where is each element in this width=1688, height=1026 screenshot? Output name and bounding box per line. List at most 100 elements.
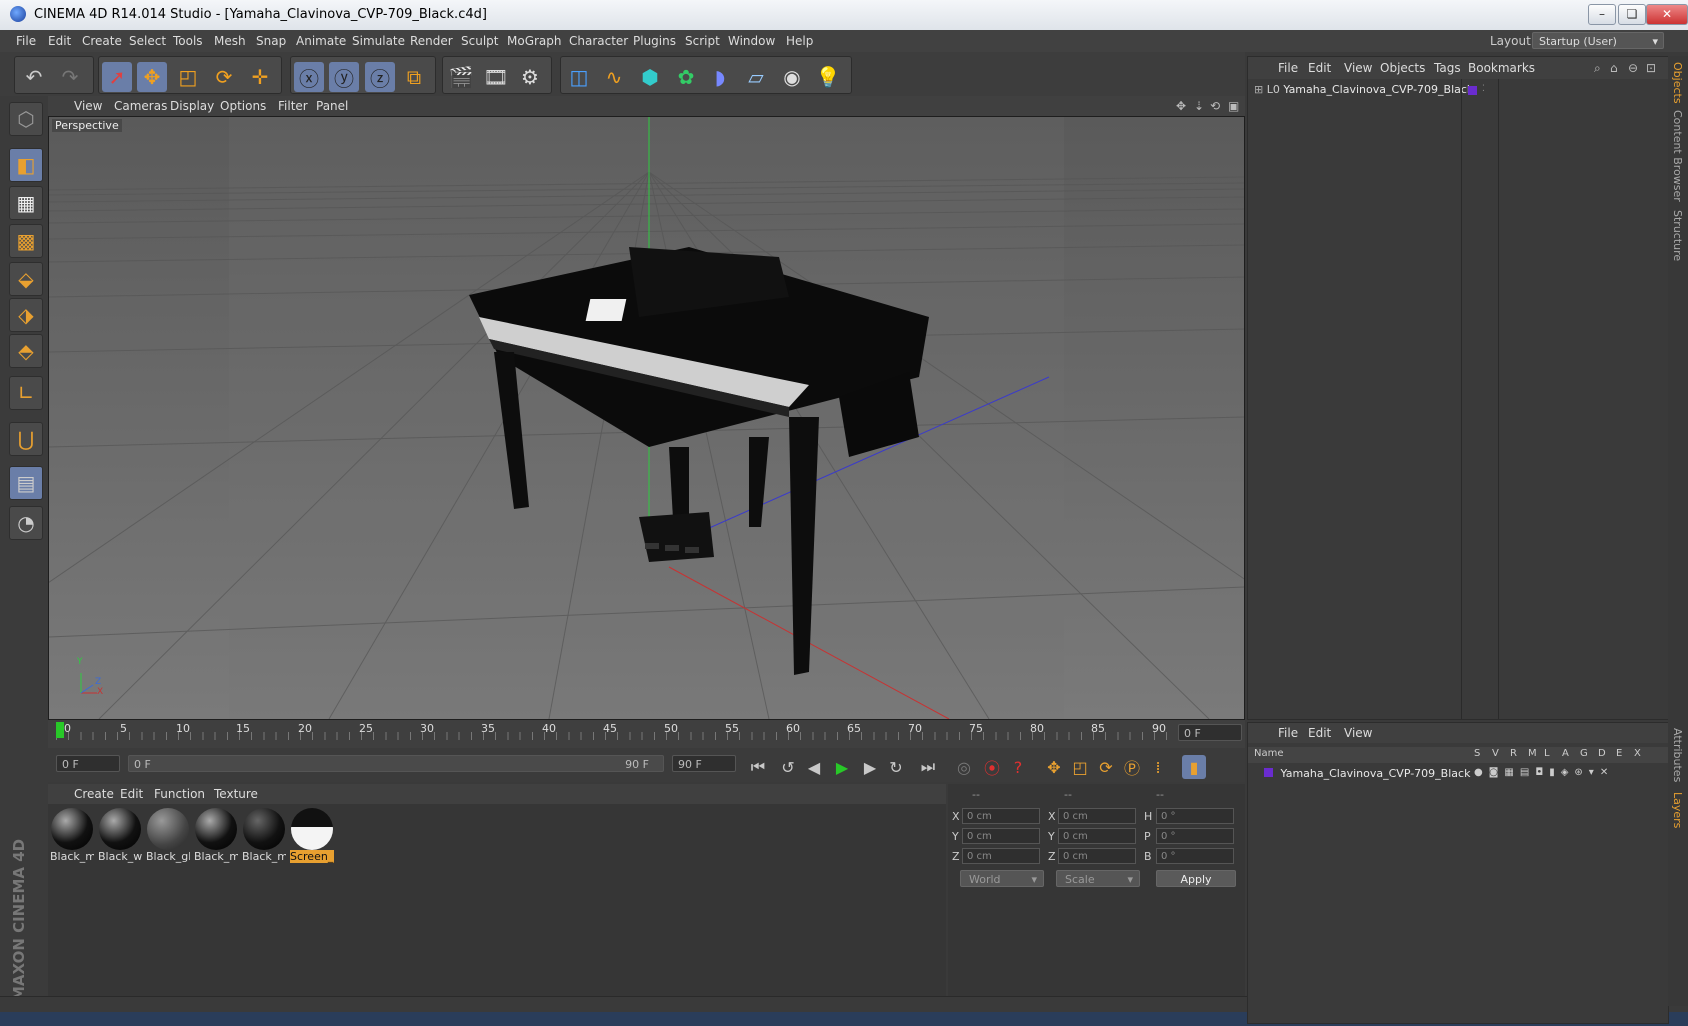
previous-key-icon[interactable]: ↺ — [776, 755, 800, 779]
layer-toggle-icons[interactable]: ●◙▦▤◘▮◈⊛▾✕ — [1474, 767, 1614, 778]
tab-objects[interactable]: Objects — [1671, 62, 1684, 104]
viewport-menu-panel[interactable]: Panel — [316, 99, 348, 113]
objects-menu-tags[interactable]: Tags — [1434, 61, 1461, 75]
record-keys-icon[interactable]: ◎ — [952, 755, 976, 779]
layer-col-render[interactable]: R — [1510, 748, 1517, 759]
tab-structure[interactable]: Structure — [1671, 210, 1684, 261]
make-editable-icon[interactable]: ⬡ — [9, 102, 43, 136]
polygons-mode-icon[interactable]: ⬘ — [9, 334, 43, 368]
menu-window[interactable]: Window — [728, 34, 775, 48]
key-pla-icon[interactable]: ⁞ — [1146, 755, 1170, 779]
frame-range-slider[interactable]: 0 F 90 F — [128, 755, 664, 772]
menu-animate[interactable]: Animate — [296, 34, 346, 48]
nurbs-icon[interactable]: ⬢ — [635, 62, 665, 92]
new-window-icon[interactable]: ⊡ — [1646, 61, 1656, 75]
menu-file[interactable]: File — [16, 34, 36, 48]
snapping-magnet-icon[interactable]: ⋃ — [9, 422, 43, 456]
tab-layers[interactable]: Layers — [1671, 792, 1684, 828]
home-icon[interactable]: ⌂ — [1610, 61, 1618, 75]
menu-snap[interactable]: Snap — [256, 34, 286, 48]
collapse-icon[interactable]: ⊖ — [1628, 61, 1638, 75]
menu-create[interactable]: Create — [82, 34, 122, 48]
layer-col-locked[interactable]: L — [1544, 748, 1550, 759]
material-swatch[interactable]: Black_m — [194, 808, 238, 866]
menu-help[interactable]: Help — [786, 34, 813, 48]
layer-col-view[interactable]: V — [1492, 748, 1499, 759]
autokey-icon[interactable]: ⦿ — [980, 755, 1004, 779]
tab-content-browser[interactable]: Content Browser — [1671, 110, 1684, 202]
rotation-p-field[interactable]: 0 ° — [1156, 828, 1234, 844]
cube-object-icon[interactable]: ◫ — [564, 62, 594, 92]
rotate-tool-icon[interactable]: ⟳ — [209, 62, 239, 92]
material-swatch-selected[interactable]: Screen_l — [290, 808, 334, 866]
layer-col-manager[interactable]: M — [1528, 748, 1537, 759]
menu-script[interactable]: Script — [685, 34, 720, 48]
render-picture-viewer-icon[interactable]: 🎞 — [481, 62, 511, 92]
timeline-playhead[interactable] — [56, 722, 64, 738]
size-y-field[interactable]: 0 cm — [1058, 828, 1136, 844]
layers-menu-file[interactable]: File — [1278, 726, 1298, 740]
keyframe-selection-icon[interactable]: ? — [1006, 755, 1030, 779]
layer-col-generators[interactable]: G — [1580, 748, 1588, 759]
material-swatch[interactable]: Black_gl — [146, 808, 190, 866]
material-swatch[interactable]: Black_m — [50, 808, 94, 866]
objects-menu-bookmarks[interactable]: Bookmarks — [1468, 61, 1535, 75]
viewport-maximize-icon[interactable]: ▣ — [1228, 99, 1239, 113]
viewport-menu-view[interactable]: View — [74, 99, 102, 113]
go-to-start-icon[interactable]: ⏮ — [746, 755, 770, 779]
position-y-field[interactable]: 0 cm — [962, 828, 1040, 844]
spline-icon[interactable]: ∿ — [599, 62, 629, 92]
rotation-h-field[interactable]: 0 ° — [1156, 808, 1234, 824]
play-icon[interactable]: ▶ — [830, 755, 854, 779]
layers-menu-view[interactable]: View — [1344, 726, 1372, 740]
array-icon[interactable]: ✿ — [671, 62, 701, 92]
material-menu-function[interactable]: Function — [154, 787, 205, 801]
deformer-icon[interactable]: ◗ — [705, 62, 735, 92]
viewport-zoom-icon[interactable]: ⇣ — [1194, 99, 1204, 113]
viewport-menu-filter[interactable]: Filter — [278, 99, 308, 113]
visibility-dots-icon[interactable]: ⁚ — [1482, 84, 1485, 94]
render-view-icon[interactable]: 🎬 — [446, 62, 476, 92]
menu-render[interactable]: Render — [410, 34, 453, 48]
previous-frame-icon[interactable]: ◀ — [802, 755, 826, 779]
material-swatch[interactable]: Black_m — [242, 808, 286, 866]
size-x-field[interactable]: 0 cm — [1058, 808, 1136, 824]
menu-sculpt[interactable]: Sculpt — [461, 34, 498, 48]
viewport-menu-options[interactable]: Options — [220, 99, 266, 113]
position-z-field[interactable]: 0 cm — [962, 848, 1040, 864]
last-tool-icon[interactable]: ✛ — [245, 62, 275, 92]
timeline-ruler[interactable]: 0 5 10 15 20 25 30 35 40 45 50 55 60 65 … — [48, 720, 1245, 748]
workplane-mode-icon[interactable]: ▩ — [9, 224, 43, 258]
material-swatch[interactable]: Black_w — [98, 808, 142, 866]
floor-icon[interactable]: ▱ — [741, 62, 771, 92]
workplane-lock-icon[interactable]: ▤ — [9, 466, 43, 500]
render-settings-icon[interactable]: ⚙ — [515, 62, 545, 92]
objects-menu-file[interactable]: File — [1278, 61, 1298, 75]
layer-col-xref[interactable]: X — [1634, 748, 1641, 759]
viewport-menu-display[interactable]: Display — [170, 99, 214, 113]
material-menu-create[interactable]: Create — [74, 787, 114, 801]
menu-mesh[interactable]: Mesh — [214, 34, 246, 48]
layer-row[interactable]: Yamaha_Clavinova_CVP-709_Black — [1254, 767, 1470, 780]
layer-name-column[interactable]: Name — [1254, 748, 1284, 759]
soft-selection-icon[interactable]: ◔ — [9, 506, 43, 540]
undo-icon[interactable]: ↶ — [19, 62, 49, 92]
key-position-icon[interactable]: ✥ — [1042, 755, 1066, 779]
material-menu-texture[interactable]: Texture — [214, 787, 258, 801]
layout-dropdown[interactable]: Startup (User) ▾ — [1532, 32, 1664, 49]
viewport-menu-cameras[interactable]: Cameras — [114, 99, 167, 113]
points-mode-icon[interactable]: ⬙ — [9, 262, 43, 296]
layer-col-expressions[interactable]: E — [1616, 748, 1622, 759]
key-parameter-icon[interactable]: Ⓟ — [1120, 755, 1144, 779]
size-z-field[interactable]: 0 cm — [1058, 848, 1136, 864]
edges-mode-icon[interactable]: ⬗ — [9, 298, 43, 332]
key-scale-icon[interactable]: ◰ — [1068, 755, 1092, 779]
menu-mograph[interactable]: MoGraph — [507, 34, 562, 48]
next-frame-icon[interactable]: ▶ — [858, 755, 882, 779]
rotation-b-field[interactable]: 0 ° — [1156, 848, 1234, 864]
coordinate-system-icon[interactable]: ⧉ — [399, 62, 429, 92]
go-to-end-icon[interactable]: ⏭ — [916, 755, 940, 779]
expand-icon[interactable]: ⊞ — [1254, 83, 1263, 96]
timeline-window-icon[interactable]: ▮ — [1182, 755, 1206, 779]
menu-plugins[interactable]: Plugins — [633, 34, 676, 48]
